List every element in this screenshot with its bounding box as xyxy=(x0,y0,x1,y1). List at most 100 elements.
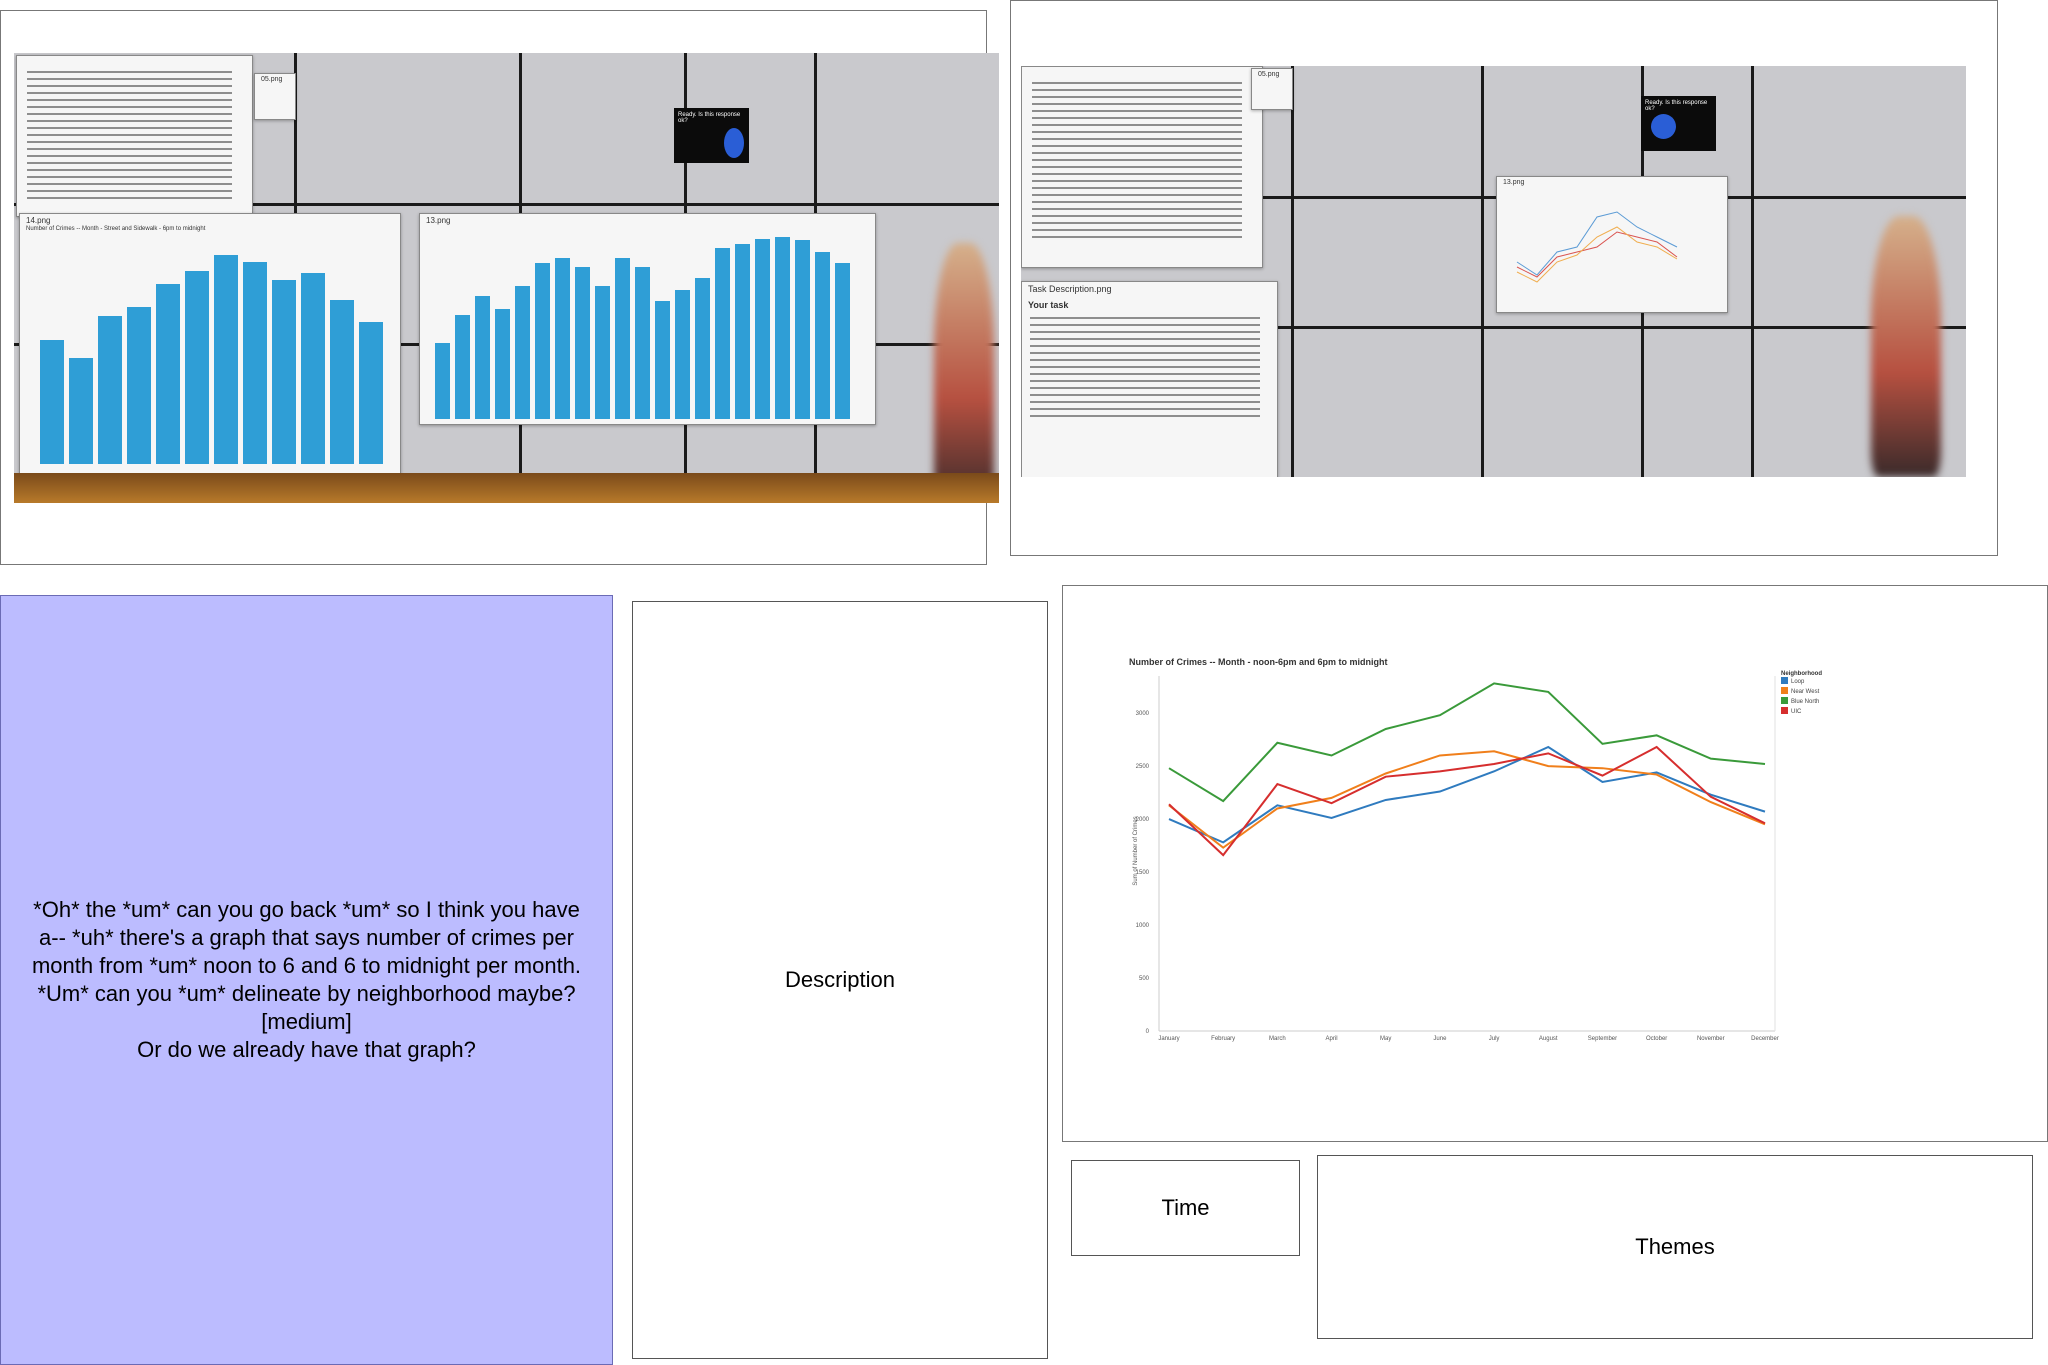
thumbnail-bar xyxy=(715,248,730,419)
x-tick-label: January xyxy=(1158,1036,1179,1042)
y-tick-label: 3000 xyxy=(1136,711,1150,717)
thumbnail-bar xyxy=(695,278,710,419)
line-chart-window: 13.png xyxy=(1496,176,1728,313)
x-tick-label: December xyxy=(1751,1036,1779,1042)
line-chart: Number of Crimes -- Month - noon-6pm and… xyxy=(1129,657,1822,1042)
thumbnail-bar xyxy=(475,295,490,419)
bar-chart-thumbnail xyxy=(40,239,395,464)
thumbnail-bar xyxy=(655,301,670,419)
thumbnail-bar xyxy=(535,263,550,419)
chart-title: Number of Crimes -- Month - noon-6pm and… xyxy=(1129,657,1387,667)
kiosk-panel: Ready. Is this response ok? xyxy=(674,108,749,163)
thumbnail-bar xyxy=(330,299,354,464)
y-tick-label: 0 xyxy=(1146,1029,1150,1035)
legend-swatch xyxy=(1781,697,1788,704)
window-title: 14.png xyxy=(26,216,51,225)
legend: Neighborhood Loop Near West Blue North UIC xyxy=(1781,671,1822,715)
person-pointing xyxy=(934,243,994,503)
legend-title: Neighborhood xyxy=(1781,671,1822,677)
themes-label: Themes xyxy=(1635,1234,1715,1259)
thumbnail-bar xyxy=(435,343,450,419)
thumbnail-bar xyxy=(595,286,610,419)
data-description-window xyxy=(1021,66,1263,268)
bar-chart-thumbnail xyxy=(435,229,865,419)
transcript-line: Or do we already have that graph? xyxy=(137,1037,476,1062)
legend-label: UIC xyxy=(1791,709,1802,715)
x-tick-label: October xyxy=(1646,1036,1667,1042)
x-tick-label: March xyxy=(1269,1036,1286,1042)
thumbnail-bar xyxy=(795,240,810,419)
x-tick-label: May xyxy=(1380,1036,1391,1042)
thumbnail-bar xyxy=(815,251,830,419)
thumbnail-bar xyxy=(301,272,325,464)
x-tick-label: June xyxy=(1433,1036,1447,1042)
kiosk-panel: Ready. Is this response ok? xyxy=(1641,96,1716,151)
display-wall-photo-right: Task Description.png Your task 05.png 13… xyxy=(1021,66,1966,477)
thumbnail-bar xyxy=(98,315,122,464)
speech-transcript: *Oh* the *um* can you go back *um* so I … xyxy=(0,595,613,1365)
chart-title: Number of Crimes -- Month - Street and S… xyxy=(26,226,206,232)
x-tick-label: April xyxy=(1326,1036,1338,1042)
ad-window: 05.png xyxy=(254,73,296,120)
chart-frame: Number of Crimes -- Month - noon-6pm and… xyxy=(1062,585,2048,1142)
thumbnail-bar xyxy=(214,254,238,464)
transcript-line: month from *um* noon to 6 and 6 to midni… xyxy=(31,953,582,978)
ad-window: 05.png xyxy=(1251,68,1293,110)
thumbnail-bar xyxy=(69,358,93,464)
transcript-line: *Um* can you *um* delineate by neighborh… xyxy=(37,981,576,1006)
x-tick-label: July xyxy=(1489,1036,1500,1042)
x-tick-label: August xyxy=(1539,1036,1558,1042)
y-tick-label: 1500 xyxy=(1136,870,1150,876)
thumbnail-bar xyxy=(243,261,267,464)
legend-swatch xyxy=(1781,677,1788,684)
data-description-window xyxy=(16,55,253,217)
chart-window-13: 13.png xyxy=(419,213,876,425)
thumbnail-bar xyxy=(755,238,770,419)
window-title: 13.png xyxy=(426,216,451,225)
thumbnail-bar xyxy=(835,263,850,419)
y-tick-label: 2000 xyxy=(1136,817,1150,823)
thumbnail-bar xyxy=(615,257,630,419)
transcript-line: [medium] xyxy=(261,1009,352,1034)
thumbnail-bar xyxy=(675,289,690,419)
thumbnail-bar xyxy=(156,284,180,464)
x-tick-label: September xyxy=(1588,1036,1617,1042)
thumbnail-bar xyxy=(575,267,590,419)
thumbnail-bar xyxy=(185,270,209,464)
thumbnail-bar xyxy=(495,308,510,419)
legend-label: Near West xyxy=(1791,689,1820,695)
time-label: Time xyxy=(1161,1195,1210,1220)
thumbnail-bar xyxy=(735,244,750,419)
legend-label: Blue North xyxy=(1791,699,1819,705)
task-description-window: Task Description.png Your task xyxy=(1021,281,1278,477)
chart-window-14: 14.png Number of Crimes -- Month - Stree… xyxy=(19,213,401,475)
x-tick-label: February xyxy=(1211,1036,1235,1042)
x-tick-label: November xyxy=(1697,1036,1725,1042)
description-box: Description xyxy=(632,601,1048,1359)
line-chart-thumbnail xyxy=(1516,211,1678,283)
y-tick-label: 2500 xyxy=(1136,764,1150,770)
transcript-line: a-- *uh* there's a graph that says numbe… xyxy=(39,925,574,950)
thumbnail-bar xyxy=(272,279,296,464)
task-heading: Your task xyxy=(1028,300,1069,310)
thumbnail-bar xyxy=(127,306,151,464)
thumbnail-bar xyxy=(359,322,383,464)
time-box: Time xyxy=(1071,1160,1300,1256)
person-standing xyxy=(1871,216,1941,477)
transcript-line: *Oh* the *um* can you go back *um* so I … xyxy=(33,897,580,922)
thumbnail-bar xyxy=(515,286,530,419)
thumbnail-bar xyxy=(635,267,650,419)
thumbnail-bar xyxy=(455,314,470,419)
thumbnail-bar xyxy=(40,340,64,464)
description-label: Description xyxy=(784,967,896,992)
legend-label: Loop xyxy=(1791,679,1805,685)
display-wall-photo-left: 14.png Number of Crimes -- Month - Stree… xyxy=(14,53,999,503)
legend-swatch xyxy=(1781,687,1788,694)
themes-box: Themes xyxy=(1317,1155,2033,1339)
thumbnail-bar xyxy=(775,236,790,419)
window-title: Task Description.png xyxy=(1028,284,1112,294)
photo-frame-left: 14.png Number of Crimes -- Month - Stree… xyxy=(0,10,999,565)
y-tick-label: 500 xyxy=(1139,976,1150,982)
thumbnail-bar xyxy=(555,257,570,419)
photo-frame-right: Task Description.png Your task 05.png 13… xyxy=(1010,0,1998,556)
